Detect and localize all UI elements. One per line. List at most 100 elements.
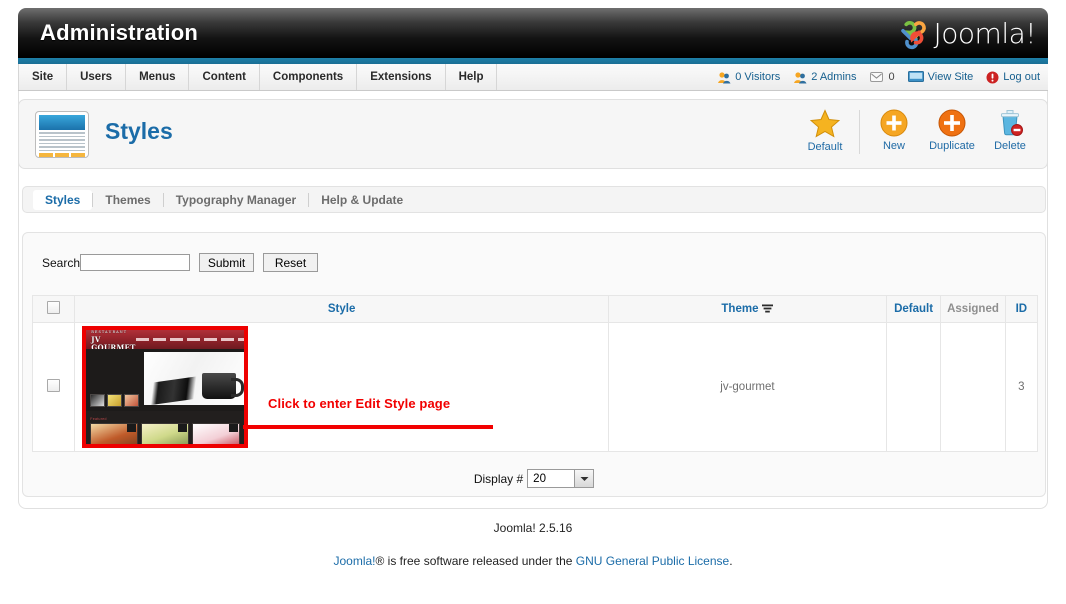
table-header-row: Style Theme Default Assigned ID — [31, 295, 1039, 323]
admins-icon — [794, 71, 807, 83]
row-default-cell[interactable] — [885, 322, 942, 452]
display-count-select[interactable]: 20 — [527, 469, 595, 488]
tab-help-and-update[interactable]: Help & Update — [309, 190, 415, 210]
menu-item-menus[interactable]: Menus — [126, 64, 190, 90]
license-brand: Joomla! — [333, 554, 376, 568]
tab-typography-manager[interactable]: Typography Manager — [164, 190, 308, 210]
annotation-text: Click to enter Edit Style page — [268, 396, 451, 411]
thumb-site-header: RESTAURANT JV GOURMET — [86, 330, 245, 352]
toolbar-duplicate-button[interactable]: Duplicate — [923, 107, 981, 152]
main-menu-items: Site Users Menus Content Components Exte… — [18, 64, 498, 90]
license-middle: ® is free software released under the — [375, 554, 576, 568]
plus-circle-orange-icon — [880, 109, 908, 137]
thumb-card — [192, 423, 241, 444]
pagination-display-row: Display # 20 — [23, 469, 1045, 488]
column-header-checkbox — [31, 295, 76, 323]
page-header-title: Administration — [40, 20, 199, 45]
tab-styles[interactable]: Styles — [33, 189, 93, 210]
column-header-theme[interactable]: Theme — [607, 295, 887, 323]
row-assigned-cell — [940, 322, 1006, 452]
menu-item-extensions[interactable]: Extensions — [357, 64, 446, 90]
thumb-hero-thumbnails — [90, 394, 140, 407]
status-messages[interactable]: 0 — [869, 71, 895, 83]
toolbar-default-button[interactable]: Default — [796, 107, 854, 153]
monitor-icon — [907, 71, 924, 82]
tab-themes[interactable]: Themes — [93, 190, 162, 210]
joomla-version: Joomla! 2.5.16 — [493, 521, 573, 535]
menu-item-components[interactable]: Components — [260, 64, 358, 90]
column-header-style[interactable]: Style — [74, 295, 609, 323]
visitors-icon — [718, 71, 731, 83]
admin-page: Administration Joomla! Site Users Menus … — [0, 0, 1066, 604]
search-reset-button[interactable]: Reset — [263, 253, 319, 272]
column-header-theme-label: Theme — [721, 303, 759, 315]
menu-item-users[interactable]: Users — [67, 64, 127, 90]
menu-item-site[interactable]: Site — [18, 64, 68, 90]
styles-content-box: Search Submit Reset Style Theme Default … — [22, 232, 1046, 497]
status-admins-label: 2 Admins — [811, 71, 857, 83]
thumb-hero-image — [144, 352, 245, 405]
license-text: Joomla!® is free software released under… — [0, 554, 1066, 568]
toolbar-new-button[interactable]: New — [865, 107, 923, 152]
status-messages-count: 0 — [888, 71, 895, 83]
menu-item-content[interactable]: Content — [189, 64, 260, 90]
license-suffix: . — [729, 554, 733, 568]
thumb-site-nav — [135, 338, 245, 341]
search-bar: Search Submit Reset — [42, 253, 319, 272]
log-out-label: Log out — [1003, 71, 1040, 83]
thumb-hero-mug — [202, 373, 245, 399]
row-style-cell: RESTAURANT JV GOURMET Featured — [74, 322, 609, 452]
message-icon — [869, 72, 883, 82]
menu-item-help[interactable]: Help — [446, 64, 498, 90]
thumb-site-logo: RESTAURANT JV GOURMET — [89, 330, 135, 352]
thumb-card — [141, 423, 190, 444]
table-row: RESTAURANT JV GOURMET Featured jv-gourme… — [31, 322, 1039, 452]
joomla-logo: Joomla! — [894, 17, 1037, 50]
logout-icon — [986, 71, 999, 83]
toolbar-new-label: New — [882, 140, 905, 152]
trash-icon — [1001, 110, 1023, 136]
styles-table: Style Theme Default Assigned ID RESTAURA… — [31, 295, 1039, 452]
title-toolbar-panel: Styles Default New Duplicate Delete — [18, 99, 1048, 169]
display-count-label: Display # — [473, 471, 524, 486]
row-id-cell: 3 — [1004, 322, 1039, 452]
toolbar-divider — [859, 110, 860, 154]
column-header-id[interactable]: ID — [1004, 295, 1039, 323]
search-label: Search — [42, 255, 81, 270]
thumb-featured-section: Featured gallery JV GOURMET — [86, 411, 245, 444]
view-site-label: View Site — [927, 71, 974, 83]
search-input[interactable] — [80, 254, 191, 271]
row-checkbox-cell — [31, 322, 76, 452]
row-select-checkbox[interactable] — [47, 379, 61, 392]
row-theme-cell: jv-gourmet — [607, 322, 887, 452]
plus-circle-red-icon — [938, 109, 966, 137]
star-icon — [810, 109, 840, 138]
thumb-featured-label: Featured — [90, 417, 107, 421]
log-out-link[interactable]: Log out — [986, 71, 1040, 84]
toolbar-duplicate-label: Duplicate — [929, 140, 975, 152]
toolbar-delete-button[interactable]: Delete — [981, 107, 1039, 152]
display-count-value: 20 — [533, 472, 546, 485]
styles-table-head: Style Theme Default Assigned ID — [31, 295, 1039, 323]
status-visitors[interactable]: 0 Visitors — [717, 71, 780, 84]
license-link[interactable]: GNU General Public License — [576, 554, 729, 568]
thumb-card — [90, 423, 139, 444]
joomla-logo-icon — [900, 20, 926, 49]
template-styles-icon — [35, 111, 89, 158]
joomla-wordmark: Joomla! — [933, 17, 1037, 50]
page-title: Styles — [105, 118, 173, 144]
select-all-checkbox[interactable] — [47, 301, 61, 314]
search-submit-button[interactable]: Submit — [199, 253, 255, 272]
thumb-hero-area — [86, 349, 245, 411]
status-visitors-label: 0 Visitors — [735, 71, 781, 83]
chevron-down-icon[interactable] — [574, 470, 594, 487]
status-area: 0 Visitors 2 Admins 0 View Site Log out — [717, 64, 1048, 90]
view-site-link[interactable]: View Site — [907, 71, 974, 83]
status-admins[interactable]: 2 Admins — [793, 71, 857, 84]
annotation-underline — [243, 425, 493, 429]
style-thumbnail-jv-gourmet[interactable]: RESTAURANT JV GOURMET Featured — [82, 326, 249, 448]
admin-header: Administration Joomla! — [18, 8, 1048, 58]
tab-bar: Styles Themes Typography Manager Help & … — [22, 186, 1046, 213]
column-header-default[interactable]: Default — [885, 295, 942, 323]
thumb-featured-cards — [90, 423, 241, 444]
